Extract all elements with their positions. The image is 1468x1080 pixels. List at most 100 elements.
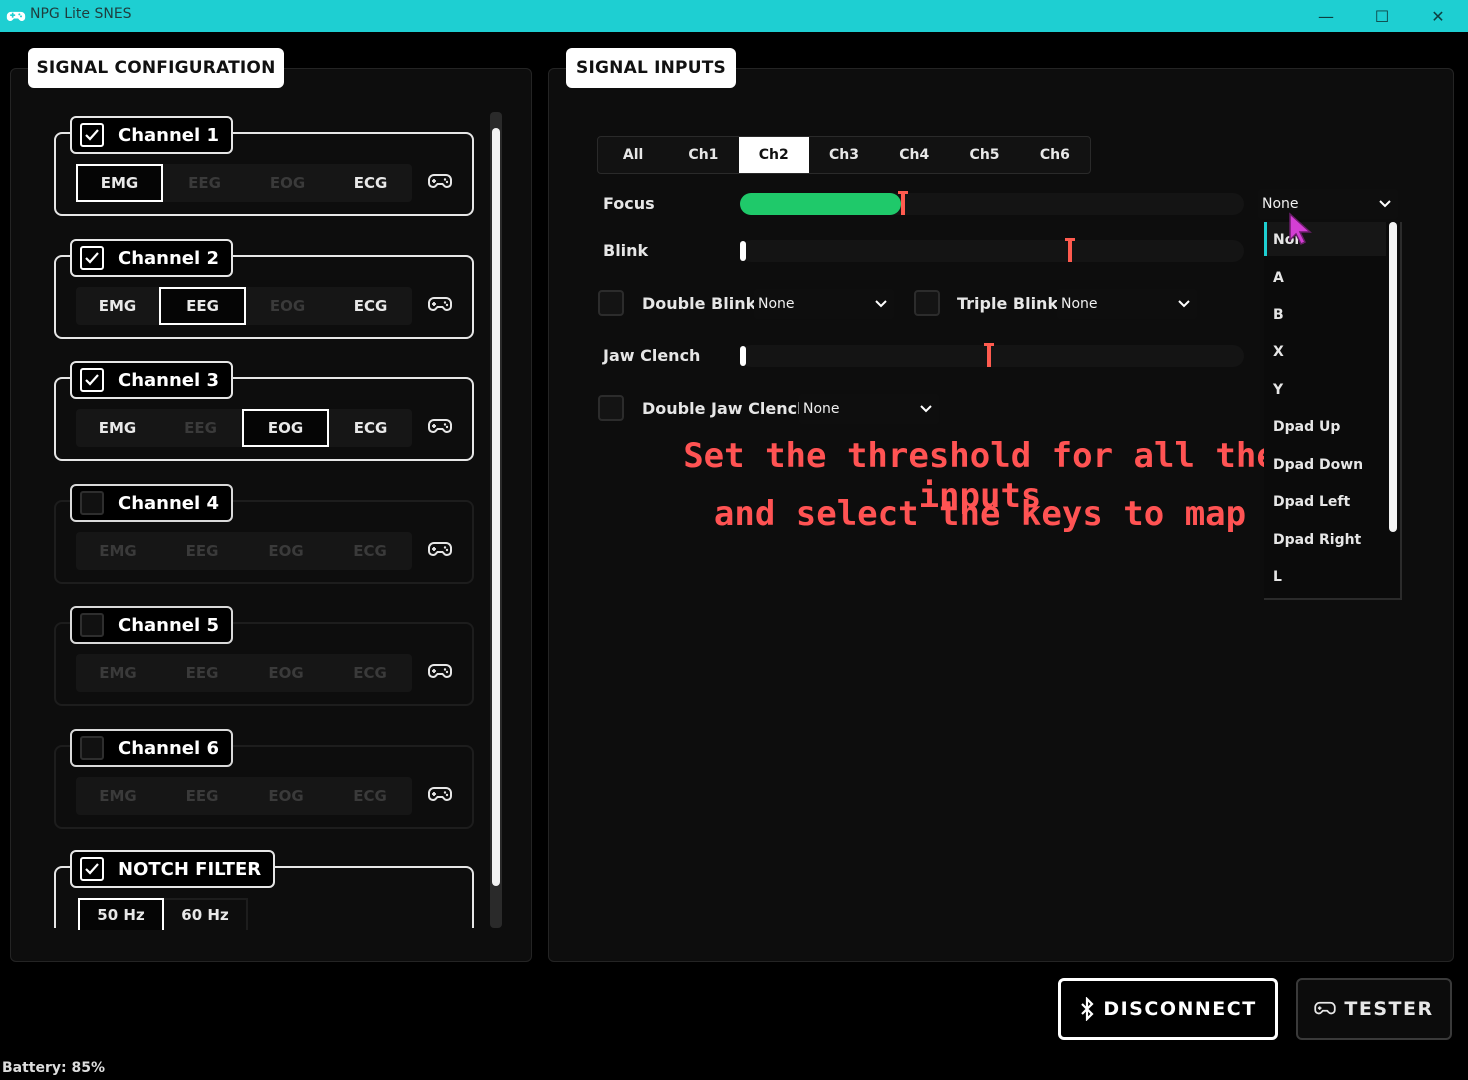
channel-5-emg-button[interactable]: EMG [76, 654, 160, 692]
channel-2-eeg-button[interactable]: EEG [159, 287, 246, 325]
channel-1-eog-button[interactable]: EOG [246, 164, 329, 202]
channel-6-ecg-button[interactable]: ECG [328, 777, 412, 815]
notch-filter-header[interactable]: NOTCH FILTER [70, 850, 276, 888]
close-button[interactable]: ✕ [1410, 0, 1466, 32]
gamepad-icon[interactable] [428, 785, 452, 805]
channel-5-checkbox[interactable] [80, 613, 104, 637]
tab-all[interactable]: All [598, 137, 668, 173]
channel-4-signal-selector: EMG EEG EOG ECG [76, 532, 412, 570]
channel-4-emg-button[interactable]: EMG [76, 532, 160, 570]
gamepad-icon[interactable] [428, 417, 452, 437]
channel-5-eeg-button[interactable]: EEG [160, 654, 244, 692]
double-blink-select[interactable]: None [754, 289, 894, 319]
double-jaw-clench-value: None [803, 401, 840, 417]
channel-2-header[interactable]: Channel 2 [70, 239, 233, 277]
channel-4-eeg-button[interactable]: EEG [160, 532, 244, 570]
channel-6-eeg-button[interactable]: EEG [160, 777, 244, 815]
channel-1-emg-button[interactable]: EMG [76, 164, 163, 202]
key-option-l[interactable]: L [1273, 569, 1282, 585]
channel-1-eeg-button[interactable]: EEG [163, 164, 246, 202]
tab-ch5[interactable]: Ch5 [949, 137, 1019, 173]
tab-ch4[interactable]: Ch4 [879, 137, 949, 173]
focus-label: Focus [603, 194, 655, 213]
channel-3-checkbox[interactable] [80, 368, 104, 392]
channel-2-ecg-button[interactable]: ECG [329, 287, 412, 325]
jaw-clench-threshold-marker[interactable] [984, 343, 994, 367]
channel-1-signal-selector: EMG EEG EOG ECG [76, 164, 412, 202]
checkmark-icon [85, 374, 99, 386]
key-list-scrollbar[interactable] [1389, 222, 1397, 532]
jaw-clench-slider[interactable] [740, 343, 1244, 367]
channel-3-label: Channel 3 [118, 369, 219, 391]
key-option-x[interactable]: X [1273, 344, 1284, 360]
notch-filter-checkbox[interactable] [80, 857, 104, 881]
channel-6-header[interactable]: Channel 6 [70, 729, 233, 767]
focus-slider[interactable] [740, 191, 1244, 215]
key-option-a[interactable]: A [1273, 270, 1284, 286]
gamepad-icon[interactable] [428, 662, 452, 682]
channel-6-emg-button[interactable]: EMG [76, 777, 160, 815]
tab-ch2[interactable]: Ch2 [738, 137, 809, 173]
channel-3-eog-button[interactable]: EOG [242, 409, 329, 447]
channel-2-checkbox[interactable] [80, 246, 104, 270]
channel-5-eog-button[interactable]: EOG [244, 654, 328, 692]
triple-blink-select[interactable]: None [1057, 289, 1197, 319]
notch-60hz-button[interactable]: 60 Hz [164, 898, 248, 930]
key-option-y[interactable]: Y [1273, 382, 1283, 398]
channel-6-checkbox[interactable] [80, 736, 104, 760]
key-option-dpad-up[interactable]: Dpad Up [1273, 419, 1340, 435]
key-option-dpad-down[interactable]: Dpad Down [1273, 457, 1363, 473]
disconnect-button[interactable]: DISCONNECT [1058, 978, 1278, 1040]
channel-3-ecg-button[interactable]: ECG [329, 409, 412, 447]
blink-threshold-marker[interactable] [1065, 238, 1075, 262]
channel-5-group: Channel 5 EMG EEG EOG ECG [54, 606, 474, 706]
chevron-down-icon [875, 300, 887, 308]
channel-3-eeg-button[interactable]: EEG [159, 409, 242, 447]
left-scrollbar-thumb[interactable] [492, 128, 500, 886]
channel-2-emg-button[interactable]: EMG [76, 287, 159, 325]
tab-ch1[interactable]: Ch1 [668, 137, 738, 173]
notch-50hz-button[interactable]: 50 Hz [78, 898, 164, 930]
channel-1-checkbox[interactable] [80, 123, 104, 147]
channel-1-ecg-button[interactable]: ECG [329, 164, 412, 202]
channel-5-ecg-button[interactable]: ECG [328, 654, 412, 692]
gamepad-icon[interactable] [428, 540, 452, 560]
channel-2-eog-button[interactable]: EOG [246, 287, 329, 325]
channel-4-ecg-button[interactable]: ECG [328, 532, 412, 570]
focus-threshold-marker[interactable] [898, 191, 908, 215]
tester-button[interactable]: TESTER [1296, 978, 1452, 1040]
channel-2-signal-selector: EMG EEG EOG ECG [76, 287, 412, 325]
channel-4-checkbox[interactable] [80, 491, 104, 515]
signal-inputs-tab: SIGNAL INPUTS [566, 48, 736, 88]
channel-3-header[interactable]: Channel 3 [70, 361, 233, 399]
channel-5-header[interactable]: Channel 5 [70, 606, 233, 644]
double-jaw-clench-select[interactable]: None [799, 394, 939, 424]
double-jaw-clench-checkbox[interactable] [598, 395, 624, 421]
signal-configuration-tab: SIGNAL CONFIGURATION [28, 48, 284, 88]
title-bar: NPG Lite SNES — ☐ ✕ [0, 0, 1468, 32]
double-blink-checkbox[interactable] [598, 290, 624, 316]
battery-status: Battery: 85% [2, 1060, 106, 1076]
channel-1-header[interactable]: Channel 1 [70, 116, 233, 154]
blink-slider[interactable] [740, 238, 1244, 262]
minimize-button[interactable]: — [1298, 0, 1354, 32]
channel-4-eog-button[interactable]: EOG [244, 532, 328, 570]
gamepad-icon[interactable] [428, 295, 452, 315]
tab-ch6[interactable]: Ch6 [1020, 137, 1090, 173]
channel-3-emg-button[interactable]: EMG [76, 409, 159, 447]
bluetooth-icon [1081, 997, 1094, 1021]
channel-6-eog-button[interactable]: EOG [244, 777, 328, 815]
focus-key-select[interactable]: None [1258, 189, 1398, 219]
triple-blink-checkbox[interactable] [914, 290, 940, 316]
maximize-button[interactable]: ☐ [1354, 0, 1410, 32]
channel-1-group: Channel 1 EMG EEG EOG ECG [54, 116, 474, 216]
tab-ch3[interactable]: Ch3 [809, 137, 879, 173]
key-option-dpad-right[interactable]: Dpad Right [1273, 532, 1361, 548]
channel-4-header[interactable]: Channel 4 [70, 484, 233, 522]
channel-5-label: Channel 5 [118, 614, 219, 636]
key-option-b[interactable]: B [1273, 307, 1284, 323]
chevron-down-icon [1379, 200, 1391, 208]
gamepad-icon[interactable] [428, 172, 452, 192]
key-option-dpad-left[interactable]: Dpad Left [1273, 494, 1350, 510]
window-title: NPG Lite SNES [30, 6, 132, 22]
